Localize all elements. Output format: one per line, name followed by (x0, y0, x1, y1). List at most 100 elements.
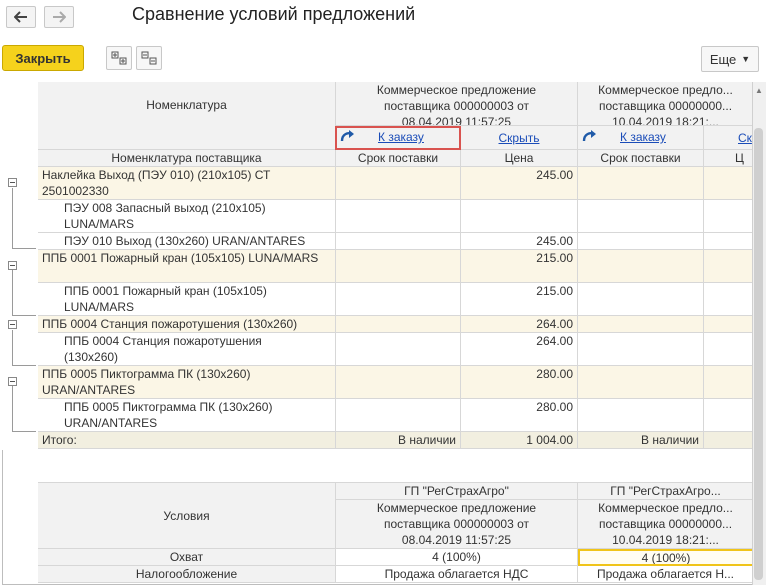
back-button[interactable] (6, 6, 36, 28)
collapse-tree-icon (141, 51, 157, 65)
subheader-delivery-2: Срок поставки (578, 150, 704, 167)
t2-offer-2-line2: поставщика 00000000... (598, 517, 733, 531)
table-cell[interactable] (704, 200, 754, 233)
table-row-name[interactable]: ППБ 0004 Станция пожаротушения (130x260) (38, 333, 336, 366)
hide-link-2[interactable]: Ск (738, 131, 752, 145)
table-cell-price[interactable]: 215.00 (461, 250, 578, 283)
table-cell[interactable] (336, 233, 461, 250)
subheader-supplier-nomenclature: Номенклатура поставщика (38, 150, 336, 167)
table-cell[interactable] (336, 316, 461, 333)
table-cell[interactable] (704, 366, 754, 399)
table-cell[interactable] (578, 233, 704, 250)
collapse-all-button[interactable] (136, 46, 162, 70)
table-cell-price[interactable]: 245.00 (461, 233, 578, 250)
table-cell[interactable] (704, 283, 754, 316)
arrow-left-icon (14, 11, 27, 23)
expand-all-button[interactable] (106, 46, 132, 70)
table-cell-price[interactable]: 215.00 (461, 283, 578, 316)
table-cell-price[interactable]: 264.00 (461, 316, 578, 333)
table-cell[interactable] (336, 167, 461, 200)
tax-value-1[interactable]: Продажа облагается НДС (336, 566, 578, 583)
table-cell-price[interactable]: 264.00 (461, 333, 578, 366)
table-cell[interactable] (578, 167, 704, 200)
table-cell-price[interactable]: 245.00 (461, 167, 578, 200)
table-cell[interactable] (704, 316, 754, 333)
table-row-name[interactable]: ППБ 0001 Пожарный кран (105x105) LUNA/MA… (38, 283, 336, 316)
total-availability-2: В наличии (578, 432, 704, 449)
table-row-name[interactable]: ППБ 0005 Пиктограмма ПК (130x260) URAN/A… (38, 366, 336, 399)
hide-cell-2: Ск (704, 126, 754, 150)
header-nomenclature: Номенклатура (38, 82, 336, 150)
table-row-name[interactable]: Наклейка Выход (ПЭУ 010) (210x105) СТ 25… (38, 167, 336, 200)
tree-line (12, 188, 13, 248)
table-cell[interactable] (336, 399, 461, 432)
hide-cell-1: Скрыть (461, 126, 578, 150)
table-cell[interactable] (704, 233, 754, 250)
offer-2-line2: поставщика 00000000... (598, 99, 733, 113)
subheader-price-1: Цена (461, 150, 578, 167)
supplier-1: ГП "РегСтрахАгро" (336, 482, 578, 500)
offer-2-line3: 10.04.2019 18:21:... (612, 115, 719, 126)
table-cell-price[interactable]: 280.00 (461, 399, 578, 432)
subheader-delivery-1: Срок поставки (336, 150, 461, 167)
table-cell[interactable] (704, 167, 754, 200)
scroll-up-icon[interactable]: ▲ (755, 86, 763, 95)
forward-button[interactable] (44, 6, 74, 28)
collapse-toggle-icon[interactable] (8, 377, 17, 386)
table-cell[interactable] (704, 399, 754, 432)
table-cell-price[interactable]: 280.00 (461, 366, 578, 399)
table-cell[interactable] (704, 250, 754, 283)
table-row-name[interactable]: ПЭУ 010 Выход (130x260) URAN/ANTARES (38, 233, 336, 250)
t2-offer-1: Коммерческое предложение поставщика 0000… (336, 500, 578, 549)
close-button[interactable]: Закрыть (2, 45, 84, 71)
table-row-name[interactable]: ПЭУ 008 Запасный выход (210x105) LUNA/MA… (38, 200, 336, 233)
collapse-toggle-icon[interactable] (8, 261, 17, 270)
table-row-name[interactable]: ППБ 0005 Пиктограмма ПК (130x260) URAN/A… (38, 399, 336, 432)
tree-line (12, 270, 13, 315)
collapse-toggle-icon[interactable] (8, 320, 17, 329)
t2-offer-1-line2: поставщика 000000003 от (384, 517, 529, 531)
header-conditions: Условия (38, 482, 336, 549)
expand-tree-icon (111, 51, 127, 65)
table-cell-price[interactable] (461, 200, 578, 233)
table-cell[interactable] (578, 316, 704, 333)
t2-offer-2-line1: Коммерческое предло... (598, 501, 733, 515)
tree-line (12, 386, 13, 431)
table-cell[interactable] (704, 333, 754, 366)
table-cell[interactable] (578, 283, 704, 316)
coverage-value-2[interactable]: 4 (100%) (578, 549, 754, 566)
offer-1-line1: Коммерческое предложение (376, 83, 537, 97)
coverage-value-1[interactable]: 4 (100%) (336, 549, 578, 566)
t2-offer-1-line3: 08.04.2019 11:57:25 (401, 533, 512, 547)
table-cell[interactable] (578, 333, 704, 366)
more-label: Еще (709, 51, 737, 67)
table-row-name[interactable]: ППБ 0004 Станция пожаротушения (130x260) (38, 316, 336, 333)
t2-offer-2: Коммерческое предло... поставщика 000000… (578, 500, 754, 549)
more-button[interactable]: Еще ▼ (701, 46, 759, 72)
tax-value-2[interactable]: Продажа облагается Н... (578, 566, 754, 583)
tree-line (12, 248, 36, 249)
table-cell[interactable] (336, 366, 461, 399)
offer-1-line3: 08.04.2019 11:57:25 (401, 115, 512, 126)
t2-offer-1-line1: Коммерческое предложение (376, 501, 537, 515)
tax-label: Налогообложение (38, 566, 336, 583)
collapse-toggle-icon[interactable] (8, 178, 17, 187)
chevron-down-icon: ▼ (741, 54, 751, 64)
table-cell[interactable] (578, 250, 704, 283)
table-cell[interactable] (336, 333, 461, 366)
scrollbar-thumb[interactable] (754, 128, 763, 580)
header-offer-1: Коммерческое предложение поставщика 0000… (336, 82, 578, 126)
offer-1-line2: поставщика 000000003 от (384, 99, 529, 113)
tree-line (12, 365, 36, 366)
table-row-name[interactable]: ППБ 0001 Пожарный кран (105x105) LUNA/MA… (38, 250, 336, 283)
total-price-2 (704, 432, 754, 449)
tree-line (12, 315, 36, 316)
table-cell[interactable] (578, 399, 704, 432)
table-cell[interactable] (336, 250, 461, 283)
table-cell[interactable] (578, 366, 704, 399)
table-cell[interactable] (336, 283, 461, 316)
table-cell[interactable] (578, 200, 704, 233)
to-order-link-2[interactable]: К заказу (620, 130, 666, 144)
table-cell[interactable] (336, 200, 461, 233)
hide-link-1[interactable]: Скрыть (499, 131, 540, 145)
